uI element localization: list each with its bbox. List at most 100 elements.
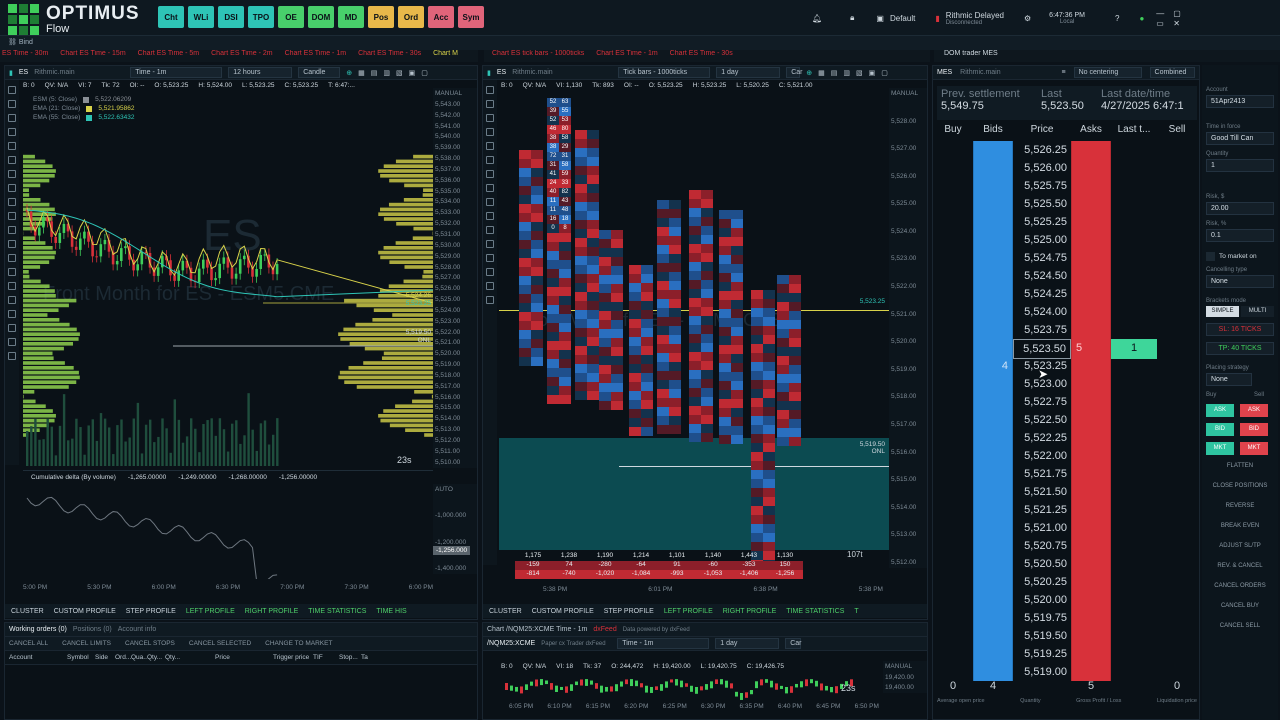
mid-style-select[interactable]: Car [786,67,802,78]
ray-tool-icon[interactable] [8,128,16,136]
dom-bid-cell[interactable] [973,159,1013,177]
close-icon[interactable]: ✕ [1173,19,1189,28]
mid-chart-type-icon[interactable]: ▮ [487,69,491,77]
dom-buy-cell[interactable] [933,609,973,627]
dom-bid-cell[interactable] [973,339,1013,359]
dom-row[interactable]: 5,526.00 [933,159,1197,177]
centering-select[interactable]: No centering [1073,67,1142,78]
mid-ray-icon[interactable] [486,114,494,122]
dom-ask-cell[interactable] [1071,483,1111,501]
dom-ask-cell[interactable] [1071,447,1111,465]
dom-row[interactable]: 5,521.25 [933,501,1197,519]
template-icon[interactable]: ▧ [396,69,403,77]
dom-bid-cell[interactable] [973,609,1013,627]
dom-row[interactable]: 5,523.50 5 1 [933,339,1197,359]
mid-crosshair-icon[interactable]: ⊕ [806,69,812,77]
dom-ask-cell[interactable]: 5 [1071,339,1111,359]
dom-column-header[interactable]: Price [1013,124,1071,135]
dom-sell-cell[interactable] [1157,411,1197,429]
arrow-tool-icon[interactable] [8,254,16,262]
dom-ask-cell[interactable] [1071,141,1111,159]
user-icon[interactable]: ● [1139,14,1144,23]
dom-sell-cell[interactable] [1157,483,1197,501]
text-tool-icon[interactable] [8,240,16,248]
dom-row[interactable]: 5,519.00 [933,663,1197,681]
dom-buy-cell[interactable] [933,501,973,519]
dom-buy-cell[interactable] [933,339,973,359]
mid-brush-icon[interactable] [486,198,494,206]
chart-tab[interactable]: Chart ES Time - 30s [670,50,733,57]
workspace-icon[interactable]: ▣ [876,14,884,23]
dom-bid-cell[interactable] [973,321,1013,339]
dom-buy-cell[interactable] [933,141,973,159]
bind-label[interactable]: Bind [19,39,33,46]
dom-sell-cell[interactable] [1157,231,1197,249]
cursor-tool-icon[interactable] [8,86,16,94]
chart-type-icon[interactable]: ▮ [9,69,13,77]
bottom-tab[interactable]: CUSTOM PROFILE [532,608,594,615]
action-button[interactable]: FLATTEN [1206,463,1274,475]
dom-buy-cell[interactable] [933,321,973,339]
module-button-oe[interactable]: OE [278,6,304,28]
dom-bid-cell[interactable] [973,645,1013,663]
mid-measure-icon[interactable] [486,240,494,248]
tif-select[interactable]: Good Till Can [1206,132,1274,145]
left-chart-symbol[interactable]: ES [19,69,28,76]
dom-ask-cell[interactable] [1071,519,1111,537]
dom-buy-cell[interactable] [933,645,973,663]
dom-buy-cell[interactable] [933,519,973,537]
chart-tab[interactable]: Chart ES tick bars - 1000ticks [492,50,584,57]
stop-loss-field[interactable]: SL: 16 TICKS [1206,323,1274,336]
dom-ask-cell[interactable] [1071,411,1111,429]
trash-tool-icon[interactable] [8,324,16,332]
bottom-tab[interactable]: STEP PROFILE [604,608,654,615]
bracket-multi-button[interactable]: MULTI [1241,306,1274,317]
dom-row[interactable]: 5,519.25 [933,645,1197,663]
dom-row[interactable]: 5,520.50 [933,555,1197,573]
chart-tab[interactable]: Chart ES Time - 2m [211,50,272,57]
style-select[interactable]: Candle [298,67,341,78]
buy-mkt-button[interactable]: MKT [1206,442,1234,455]
mid-line-icon[interactable] [486,100,494,108]
dom-ask-cell[interactable] [1071,465,1111,483]
mid-trash-icon[interactable] [486,296,494,304]
dom-ask-cell[interactable] [1071,321,1111,339]
orders-column-header[interactable]: Trigger price [273,654,313,661]
dom-buy-cell[interactable] [933,591,973,609]
dom-bid-cell[interactable] [973,519,1013,537]
restore-icon[interactable]: ▭ [1156,19,1172,28]
dom-ask-cell[interactable] [1071,213,1111,231]
vline-tool-icon[interactable] [8,156,16,164]
action-button[interactable]: BREAK EVEN [1206,523,1274,535]
module-button-tpo[interactable]: TPO [248,6,274,28]
dom-row[interactable]: 5,523.75 [933,321,1197,339]
rect-tool-icon[interactable] [8,198,16,206]
orders-tab[interactable]: Positions (0) [73,626,112,633]
dom-ask-cell[interactable] [1071,195,1111,213]
dom-bid-cell[interactable] [973,249,1013,267]
chart-tab[interactable]: Chart ES Time - 1m [285,50,346,57]
eye-tool-icon[interactable] [8,310,16,318]
dom-ask-cell[interactable] [1071,393,1111,411]
dom-ask-cell[interactable] [1071,249,1111,267]
lock-tool-icon[interactable] [8,338,16,346]
lock-icon[interactable]: 🔒︎ [850,13,854,23]
mini-range[interactable]: 1 day [715,638,780,649]
minimize-icon[interactable]: — [1156,9,1172,18]
dom-bid-cell[interactable] [973,411,1013,429]
dom-row[interactable]: 5,522.50 [933,411,1197,429]
mid-grid-icon[interactable]: ▦ [818,69,825,77]
dom-sell-cell[interactable] [1157,609,1197,627]
mid-chart-symbol[interactable]: ES [497,69,506,76]
dom-bid-cell[interactable] [973,177,1013,195]
dom-buy-cell[interactable] [933,303,973,321]
dom-ask-cell[interactable] [1071,303,1111,321]
dom-bid-cell[interactable] [973,231,1013,249]
dom-sell-cell[interactable] [1157,303,1197,321]
mid-text-icon[interactable] [486,212,494,220]
mid-table-icon[interactable]: ▥ [843,69,850,77]
dom-sell-cell[interactable] [1157,591,1197,609]
dom-bid-cell[interactable] [973,573,1013,591]
chart-tab[interactable]: Chart ES Time - 1m [596,50,657,57]
orders-column-header[interactable]: Side [95,654,115,661]
